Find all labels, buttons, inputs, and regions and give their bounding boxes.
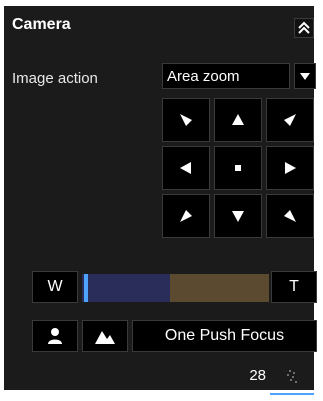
panel-title: Camera <box>12 16 71 33</box>
image-action-label: Image action <box>12 70 98 87</box>
zoom-bar[interactable] <box>82 274 269 302</box>
ptz-up-left-button[interactable] <box>162 98 210 142</box>
ptz-home-button[interactable] <box>214 146 262 190</box>
arrow-up-right-icon <box>284 114 296 126</box>
zoom-value: 28 <box>249 367 266 384</box>
arrow-right-icon <box>285 162 296 174</box>
focus-near-button[interactable] <box>32 320 78 352</box>
ptz-right-button[interactable] <box>266 146 314 190</box>
person-icon <box>48 328 62 344</box>
focus-far-button[interactable] <box>82 320 128 352</box>
ptz-down-button[interactable] <box>214 194 262 238</box>
zoom-tele-button[interactable]: T <box>271 271 317 303</box>
zoom-indicator-button[interactable] <box>270 361 314 395</box>
camera-panel: Camera Image action Area zoom W T One Pu… <box>4 6 317 395</box>
collapse-button[interactable] <box>294 18 314 38</box>
image-action-select[interactable]: Area zoom <box>162 63 290 89</box>
arrow-down-right-icon <box>284 210 296 222</box>
one-push-focus-button[interactable]: One Push Focus <box>132 320 317 352</box>
zoom-indicator-icon <box>287 370 297 383</box>
ptz-down-right-button[interactable] <box>266 194 314 238</box>
home-square-icon <box>235 165 241 171</box>
double-chevron-up-icon <box>298 21 310 34</box>
zoom-wide-button[interactable]: W <box>32 271 78 303</box>
arrow-down-icon <box>232 211 244 222</box>
arrow-up-left-icon <box>180 114 192 126</box>
ptz-up-right-button[interactable] <box>266 98 314 142</box>
ptz-left-button[interactable] <box>162 146 210 190</box>
ptz-down-left-button[interactable] <box>162 194 210 238</box>
arrow-up-icon <box>232 114 244 125</box>
mountain-icon <box>95 331 115 344</box>
zoom-position-marker[interactable] <box>84 274 88 302</box>
zoom-bar-tele-region <box>170 274 269 302</box>
arrow-left-icon <box>180 162 191 174</box>
ptz-up-button[interactable] <box>214 98 262 142</box>
image-action-dropdown-button[interactable] <box>294 63 316 89</box>
triangle-down-icon <box>300 73 310 80</box>
arrow-down-left-icon <box>180 210 192 222</box>
